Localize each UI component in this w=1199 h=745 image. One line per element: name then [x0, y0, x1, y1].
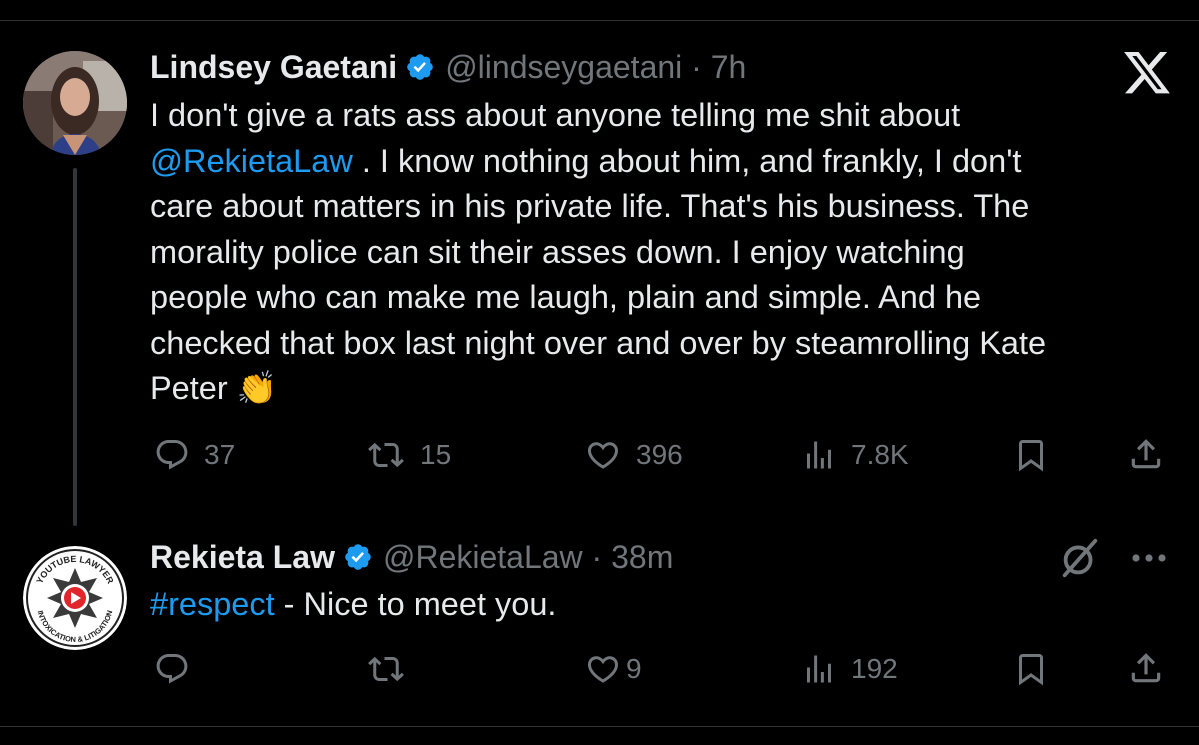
views-count: 7.8K [851, 439, 909, 470]
tweet-text-segment: . I know nothing about him, and frankly,… [352, 142, 1022, 179]
share-icon [1131, 439, 1161, 469]
tweet-text-segment: Peter [150, 370, 237, 406]
views-count: 192 [851, 653, 898, 684]
tweet-text-segment: morality police can sit their asses down… [150, 233, 965, 270]
tweet-header: Lindsey Gaetani @lindseygaetani · 7h [150, 47, 746, 87]
avatar-rekieta-law[interactable]: YOUTUBE LAWYER INTOXICATION & LITIGATION [23, 546, 127, 650]
display-name[interactable]: Rekieta Law [150, 537, 335, 577]
thread-connector-line [73, 168, 77, 526]
tweet-line: Peter 👏 [150, 366, 1180, 412]
bookmark-button[interactable] [1011, 651, 1051, 687]
clapping-hands-emoji: 👏 [236, 370, 278, 406]
repost-icon [368, 656, 404, 682]
tweet-line: I don't give a rats ass about anyone tel… [150, 93, 1180, 139]
like-count: 9 [626, 653, 642, 684]
share-button[interactable] [1126, 649, 1166, 687]
bookmark-icon [1019, 440, 1043, 472]
hashtag-link[interactable]: #respect [150, 586, 275, 622]
repost-icon [368, 442, 404, 468]
tweet-text-segment: checked that box last night over and ove… [150, 324, 1047, 361]
reply-button[interactable] [152, 651, 204, 687]
handle[interactable]: @lindseygaetani [445, 47, 682, 87]
tweet-line: people who can make me laugh, plain and … [150, 275, 1180, 321]
share-icon [1131, 653, 1161, 683]
tweet-line: care about matters in his private life. … [150, 184, 1180, 230]
separator-dot: · [682, 49, 711, 85]
top-divider [0, 20, 1199, 21]
display-name[interactable]: Lindsey Gaetani [150, 47, 397, 87]
views-button[interactable]: 192 [799, 651, 898, 687]
like-button[interactable]: 9 [582, 651, 642, 687]
reply-icon [156, 654, 188, 684]
tweet-body: #respect - Nice to meet you. [150, 582, 1180, 628]
tweet-line: @RekietaLaw . I know nothing about him, … [150, 139, 1180, 185]
bookmark-icon [1019, 654, 1043, 686]
x-logo-icon [1124, 52, 1170, 94]
like-count: 396 [636, 439, 683, 470]
more-icon[interactable] [1130, 552, 1170, 564]
grok-icon[interactable] [1057, 535, 1103, 581]
tweet-line: morality police can sit their asses down… [150, 230, 1180, 276]
like-icon [587, 442, 619, 469]
reply-count: 37 [204, 439, 236, 470]
bottom-divider [0, 726, 1199, 727]
tweet-body: I don't give a rats ass about anyone tel… [150, 93, 1180, 412]
tweet-line: #respect - Nice to meet you. [150, 582, 1180, 628]
verified-badge-icon [345, 544, 371, 570]
views-button[interactable]: 7.8K [799, 437, 909, 473]
tweet-text-segment: - Nice to meet you. [274, 586, 557, 622]
reply-button[interactable]: 37 [152, 437, 235, 473]
bookmark-button[interactable] [1011, 437, 1051, 473]
tweet-text-segment: care about matters in his private life. … [150, 188, 1030, 224]
handle[interactable]: @RekietaLaw [383, 537, 583, 577]
tweet-header: Rekieta Law @RekietaLaw · 38m [150, 537, 673, 577]
verified-badge-icon [407, 54, 433, 80]
views-icon [807, 441, 831, 469]
repost-button[interactable]: 15 [364, 437, 451, 473]
like-button[interactable]: 396 [582, 437, 683, 473]
repost-count: 15 [420, 439, 452, 470]
views-icon [807, 655, 831, 683]
like-icon [587, 656, 619, 683]
avatar-lindsey[interactable] [23, 51, 127, 155]
reply-icon [156, 440, 188, 470]
separator-dot: · [582, 539, 612, 575]
timestamp[interactable]: 7h [711, 47, 747, 87]
repost-button[interactable] [364, 651, 420, 687]
mention-link[interactable]: @RekietaLaw [150, 143, 353, 179]
share-button[interactable] [1126, 435, 1166, 473]
tweet-text-segment: people who can make me laugh, plain and … [150, 279, 982, 315]
timestamp[interactable]: 38m [611, 537, 673, 577]
tweet-line: checked that box last night over and ove… [150, 321, 1180, 367]
tweet-text-segment: I don't give a rats ass about anyone tel… [150, 97, 961, 133]
